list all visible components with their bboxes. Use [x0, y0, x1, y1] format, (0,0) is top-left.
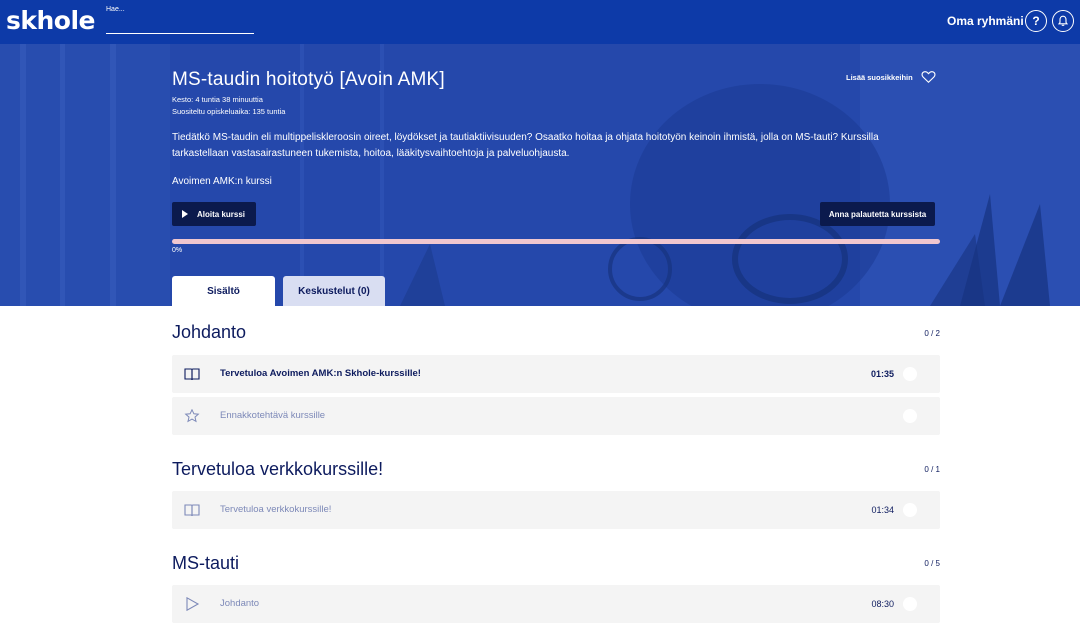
- book-icon: [184, 504, 200, 517]
- hero-background-image: [0, 44, 1080, 306]
- start-course-label: Aloita kurssi: [197, 209, 246, 219]
- book-icon: [184, 368, 200, 381]
- course-description: Tiedätkö MS-taudin eli multippeliskleroo…: [172, 132, 879, 159]
- notifications-button[interactable]: [1052, 10, 1074, 32]
- lesson-duration: 01:35: [870, 369, 894, 379]
- help-icon: ?: [1032, 14, 1040, 28]
- completion-indicator: [903, 503, 917, 517]
- provider-note: Avoimen AMK:n kurssi: [172, 176, 272, 187]
- star-icon: [184, 409, 200, 423]
- lesson-title: Tervetuloa verkkokurssille!: [220, 504, 332, 515]
- section-progress-count: 0 / 2: [924, 329, 940, 338]
- help-button[interactable]: ?: [1025, 10, 1047, 32]
- start-course-button[interactable]: Aloita kurssi: [172, 202, 256, 226]
- tab-content[interactable]: Sisältö: [172, 276, 275, 306]
- skhole-logo[interactable]: skhole: [6, 6, 96, 35]
- play-icon: [182, 210, 188, 218]
- section-title: MS-tauti: [172, 553, 240, 573]
- lesson-row[interactable]: Tervetuloa Avoimen AMK:n Skhole-kurssill…: [172, 355, 940, 393]
- section-title: Tervetuloa verkkokurssille!: [172, 459, 384, 479]
- course-duration: Kesto: 4 tuntia 38 minuuttia: [172, 95, 263, 104]
- course-progress-bar: [172, 239, 940, 244]
- lesson-title: Tervetuloa Avoimen AMK:n Skhole-kurssill…: [220, 368, 421, 379]
- completion-indicator: [903, 367, 917, 381]
- search-input[interactable]: [106, 18, 254, 34]
- lesson-row[interactable]: Johdanto 08:30: [172, 585, 940, 623]
- tab-discussions[interactable]: Keskustelut (0): [283, 276, 385, 306]
- heart-icon[interactable]: [921, 70, 936, 84]
- lesson-row[interactable]: Ennakkotehtävä kurssille: [172, 397, 940, 435]
- search-box: Hae...: [106, 6, 254, 34]
- add-to-favorites-link[interactable]: Lisää suosikkeihin: [846, 73, 913, 82]
- section-title: Johdanto: [172, 322, 247, 342]
- lesson-title: Johdanto: [220, 598, 260, 609]
- bell-icon: [1057, 15, 1069, 27]
- lesson-duration: 08:30: [871, 599, 894, 609]
- section-progress-count: 0 / 5: [924, 559, 940, 568]
- lesson-row[interactable]: Tervetuloa verkkokurssille! 01:34: [172, 491, 940, 529]
- my-group-link[interactable]: Oma ryhmäni: [947, 14, 1024, 28]
- play-icon: [186, 597, 200, 611]
- section-progress-count: 0 / 1: [924, 465, 940, 474]
- lesson-duration: 01:34: [871, 505, 894, 515]
- completion-indicator: [903, 597, 917, 611]
- course-progress-text: 0%: [172, 247, 183, 254]
- course-hero: MS-taudin hoitotyö [Avoin AMK] Kesto: 4 …: [0, 44, 1080, 306]
- search-placeholder: Hae...: [106, 6, 125, 13]
- recommended-study-time: Suositeltu opiskeluaika: 135 tuntia: [172, 107, 286, 116]
- give-feedback-button[interactable]: Anna palautetta kurssista: [820, 202, 935, 226]
- completion-indicator: [903, 409, 917, 423]
- lesson-title: Ennakkotehtävä kurssille: [220, 410, 326, 421]
- top-navbar: skhole Hae... Oma ryhmäni ?: [0, 0, 1080, 44]
- course-title: MS-taudin hoitotyö [Avoin AMK]: [172, 69, 445, 90]
